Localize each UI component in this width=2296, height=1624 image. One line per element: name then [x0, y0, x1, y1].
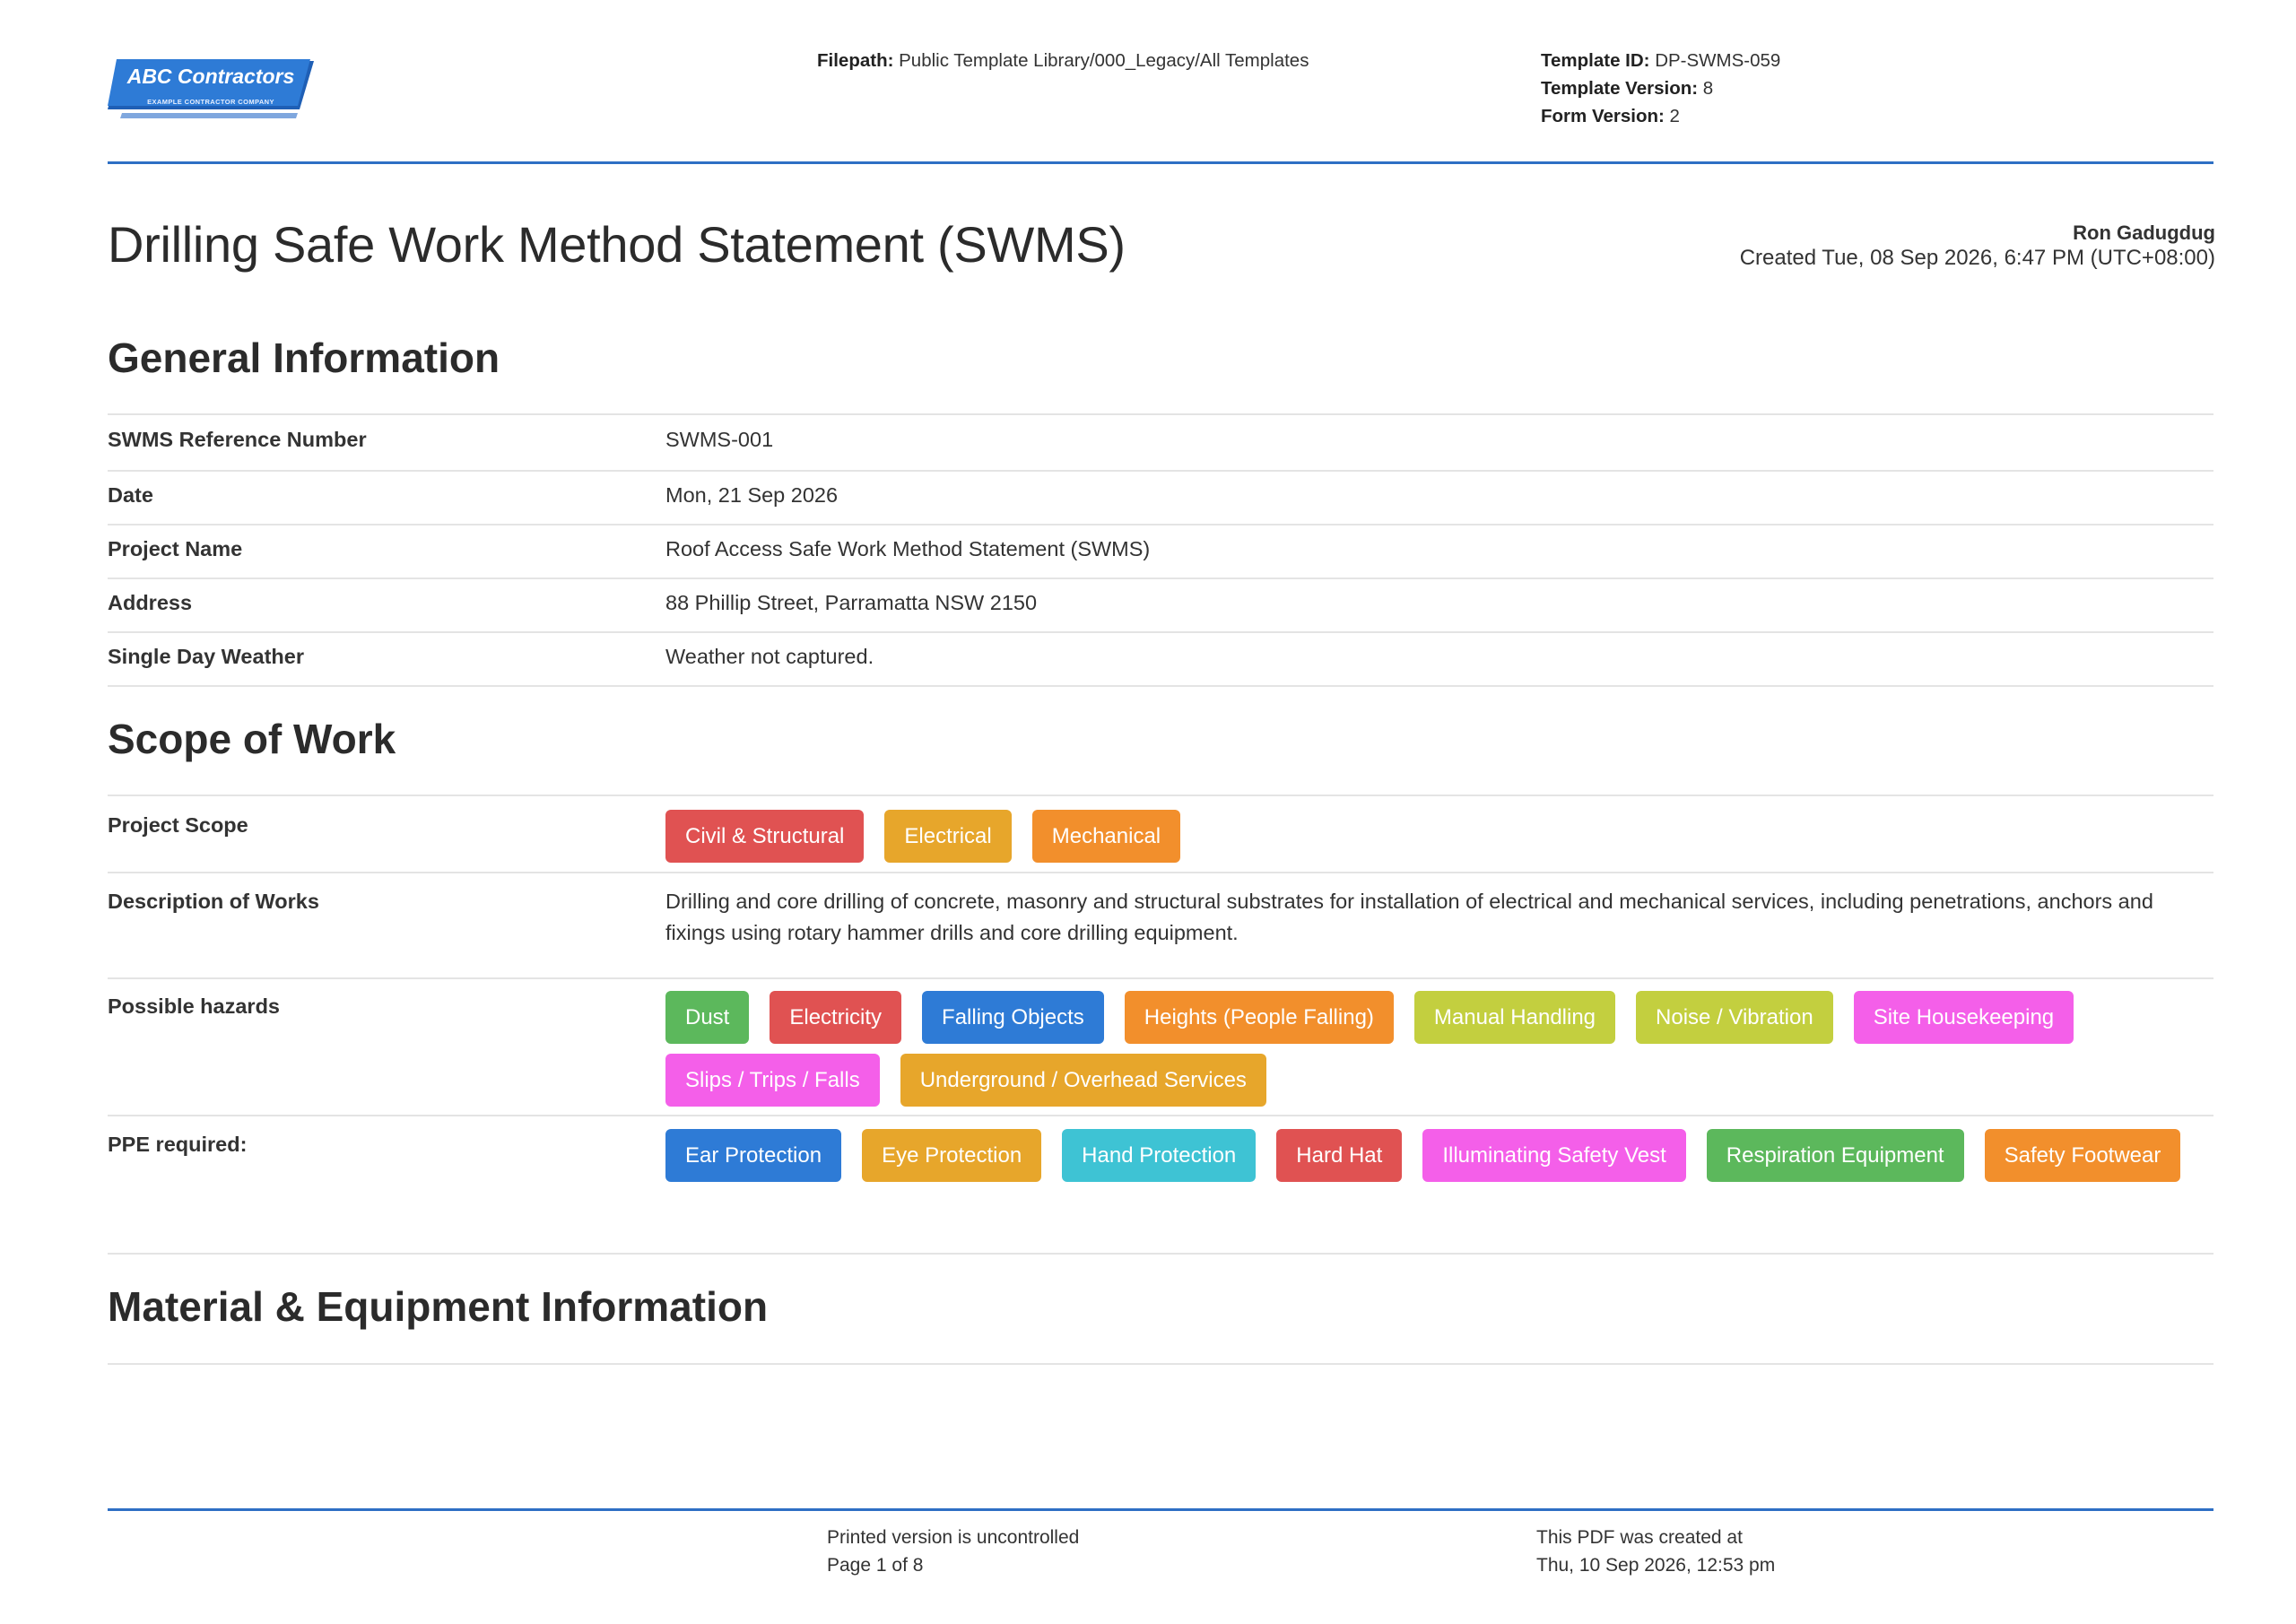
footer-divider — [108, 1508, 2213, 1511]
hazard-chip: Noise / Vibration — [1636, 991, 1833, 1044]
divider — [108, 872, 2213, 873]
project-scope-chips: Civil & Structural Electrical Mechanical — [665, 810, 2213, 863]
ppe-chip: Hard Hat — [1276, 1129, 1403, 1182]
hazard-chip: Heights (People Falling) — [1124, 991, 1394, 1044]
ppe-label: PPE required: — [108, 1133, 248, 1156]
weather-label: Single Day Weather — [108, 645, 304, 668]
form-version-label: Form Version: — [1541, 106, 1665, 126]
weather-value: Weather not captured. — [665, 645, 874, 668]
company-logo: ABC Contractors EXAMPLE CONTRACTOR COMPA… — [108, 59, 314, 118]
footer-right: This PDF was created at Thu, 10 Sep 2026… — [1536, 1524, 1775, 1579]
divider — [108, 1115, 2213, 1116]
divider — [108, 578, 2213, 579]
filepath-value: Public Template Library/000_Legacy/All T… — [899, 50, 1309, 71]
hazards-chips: Dust Electricity Falling Objects Heights (P… — [665, 991, 2213, 1107]
hazard-chip: Falling Objects — [922, 991, 1104, 1044]
ppe-chip: Safety Footwear — [1984, 1129, 2181, 1182]
template-id: Template ID: DP-SWMS-059 — [1541, 47, 1780, 74]
project-scope-chip: Civil & Structural — [665, 810, 865, 863]
hazard-chip: Manual Handling — [1413, 991, 1616, 1044]
divider — [108, 413, 2213, 415]
address-value: 88 Phillip Street, Parramatta NSW 2150 — [665, 591, 1038, 614]
description-label: Description of Works — [108, 890, 319, 913]
hazard-chip: Site Housekeeping — [1853, 991, 2074, 1044]
page-header: ABC Contractors EXAMPLE CONTRACTOR COMPA… — [108, 0, 2213, 164]
logo-title: ABC Contractors — [126, 65, 295, 88]
project-scope-chip: Electrical — [884, 810, 1012, 863]
ppe-chip: Illuminating Safety Vest — [1422, 1129, 1686, 1182]
footer-left: Printed version is uncontrolled Page 1 o… — [827, 1524, 1079, 1579]
divider — [108, 977, 2213, 979]
template-info: Template ID: DP-SWMS-059 Template Versio… — [1541, 47, 1780, 130]
uncontrolled-notice: Printed version is uncontrolled — [827, 1527, 1080, 1548]
divider — [108, 631, 2213, 633]
swms-reference-value: SWMS-001 — [665, 428, 774, 451]
template-version-value: 8 — [1702, 78, 1714, 99]
section-heading-materials: Material & Equipment Information — [108, 1283, 769, 1330]
author-block: Ron Gadugdug Created Tue, 08 Sep 2026, 6… — [1740, 221, 2215, 271]
swms-reference-label: SWMS Reference Number — [108, 428, 367, 451]
template-id-label: Template ID: — [1541, 50, 1650, 71]
divider — [108, 795, 2213, 796]
date-value: Mon, 21 Sep 2026 — [665, 483, 839, 507]
template-version-label: Template Version: — [1541, 78, 1699, 99]
ppe-chip: Hand Protection — [1062, 1129, 1257, 1182]
project-scope-label: Project Scope — [108, 813, 248, 837]
hazard-chip: Underground / Overhead Services — [900, 1054, 1266, 1107]
template-version: Template Version: 8 — [1541, 74, 1780, 102]
description-value: Drilling and core drilling of concrete, … — [665, 890, 2153, 944]
template-id-value: DP-SWMS-059 — [1655, 50, 1781, 71]
address-label: Address — [108, 591, 193, 614]
pdf-created-value: Thu, 10 Sep 2026, 12:53 pm — [1536, 1555, 1776, 1576]
logo-subtitle: EXAMPLE CONTRACTOR COMPANY — [147, 98, 274, 106]
filepath-label: Filepath: — [817, 50, 894, 71]
project-name-label: Project Name — [108, 537, 243, 560]
hazards-label: Possible hazards — [108, 994, 280, 1018]
page-number: Page 1 of 8 — [827, 1555, 924, 1576]
ppe-chips: Ear Protection Eye Protection Hand Protect… — [665, 1129, 2213, 1182]
divider — [108, 524, 2213, 525]
divider — [108, 470, 2213, 472]
hazard-chip: Dust — [665, 991, 750, 1044]
project-scope-chip: Mechanical — [1031, 810, 1181, 863]
section-heading-scope: Scope of Work — [108, 716, 396, 762]
divider — [108, 685, 2213, 687]
created-timestamp: Created Tue, 08 Sep 2026, 6:47 PM (UTC+0… — [1739, 246, 2215, 270]
ppe-chip: Ear Protection — [665, 1129, 842, 1182]
pdf-created-label: This PDF was created at — [1536, 1527, 1743, 1548]
form-version-value: 2 — [1669, 106, 1680, 126]
author-name: Ron Gadugdug — [2073, 221, 2215, 244]
date-label: Date — [108, 483, 153, 507]
hazard-chip: Electricity — [770, 991, 902, 1044]
divider — [108, 1253, 2213, 1255]
page-title: Drilling Safe Work Method Statement (SWM… — [108, 216, 1126, 273]
hazard-chip: Slips / Trips / Falls — [665, 1054, 880, 1107]
form-version: Form Version: 2 — [1541, 102, 1780, 130]
section-heading-general: General Information — [108, 334, 500, 381]
filepath: Filepath: Public Template Library/000_Le… — [817, 47, 1309, 74]
ppe-chip: Respiration Equipment — [1706, 1129, 1964, 1182]
divider — [108, 1363, 2213, 1365]
ppe-chip: Eye Protection — [862, 1129, 1042, 1182]
project-name-value: Roof Access Safe Work Method Statement (… — [665, 537, 1151, 560]
